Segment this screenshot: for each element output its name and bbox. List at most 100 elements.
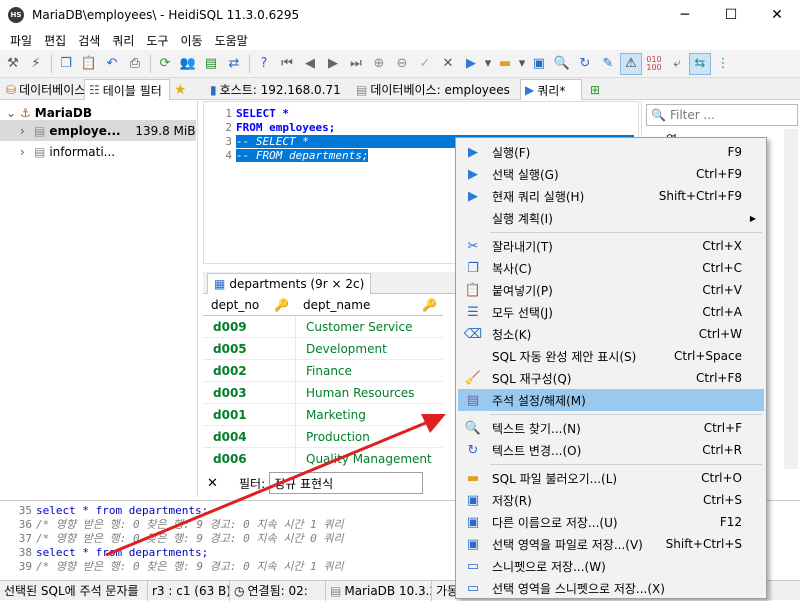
server-icon: ▤ xyxy=(330,583,342,598)
tab-database-tree[interactable]: ⛁ 데이터베이스 xyxy=(2,79,84,100)
open-file-dropdown-icon[interactable]: ▾ xyxy=(517,53,527,75)
users-icon[interactable]: 👥 xyxy=(177,53,199,75)
cancel-record-icon[interactable]: ✕ xyxy=(437,53,459,75)
menu-item-cut[interactable]: ✂ 잘라내기(T) Ctrl+X xyxy=(458,235,764,257)
menu-item-clear[interactable]: ⌫ 청소(K) Ctrl+W xyxy=(458,323,764,345)
tab-table-filter[interactable]: ☷ 테이블 필터 xyxy=(84,79,170,100)
filter-regex-input[interactable]: 정규 표현식 xyxy=(269,472,424,494)
minimize-button[interactable]: ─ xyxy=(662,0,708,30)
helper-scrollbar[interactable] xyxy=(784,129,798,469)
wrap-icon[interactable]: ⤶ xyxy=(666,53,688,75)
close-button[interactable]: ✕ xyxy=(754,0,800,30)
replace-icon[interactable]: ↻ xyxy=(574,53,596,75)
heidisql-app-icon: HS xyxy=(8,7,24,23)
result-tab-departments[interactable]: ▦ departments (9r × 2c) xyxy=(207,273,372,294)
save-icon[interactable]: ▣ xyxy=(528,53,550,75)
menu-search[interactable]: 검색 xyxy=(72,32,106,49)
favorites-tab[interactable]: ★ xyxy=(170,79,194,100)
menu-query[interactable]: 쿼리 xyxy=(106,32,140,49)
table-row[interactable]: d004 Production xyxy=(203,425,443,448)
prev-record-icon[interactable]: ◀ xyxy=(299,53,321,75)
column-header-dept-name[interactable]: dept_name 🔑 xyxy=(295,298,443,312)
results-grid[interactable]: dept_no 🔑 dept_name 🔑 d009 Customer Service… xyxy=(203,294,443,466)
tab-query[interactable]: ▶ 쿼리* xyxy=(520,79,582,100)
menu-item-paste[interactable]: 📋 붙여넣기(P) Ctrl+V xyxy=(458,279,764,301)
replace-icon: ↻ xyxy=(467,442,479,458)
session-manager-icon[interactable]: ⚒ xyxy=(2,53,24,75)
clock-icon: ◷ xyxy=(234,583,245,598)
collapse-toggle-icon[interactable]: › xyxy=(20,124,34,138)
menu-item-execute[interactable]: ▶ 실행(F) F9 xyxy=(458,141,764,163)
disconnect-icon[interactable]: ⚡ xyxy=(25,53,47,75)
editor-line: 1 SELECT * xyxy=(225,106,289,120)
menu-help[interactable]: 도움말 xyxy=(209,32,254,49)
transfer-icon[interactable]: ⇄ xyxy=(223,53,245,75)
maximize-button[interactable]: ☐ xyxy=(708,0,754,30)
database-icon: ▤ xyxy=(34,144,46,159)
menu-item-reformat[interactable]: 🧹 SQL 재구성(Q) Ctrl+F8 xyxy=(458,367,764,389)
menu-tools[interactable]: 도구 xyxy=(140,32,174,49)
table-row[interactable]: d009 Customer Service xyxy=(203,315,443,338)
table-row[interactable]: d002 Finance xyxy=(203,359,443,382)
first-record-icon[interactable]: ⏮ xyxy=(276,53,298,75)
menu-item-run-selection[interactable]: ▶ 선택 실행(G) Ctrl+F9 xyxy=(458,163,764,185)
menu-item-select-all[interactable]: ☰ 모두 선택(J) Ctrl+A xyxy=(458,301,764,323)
menu-item-save-selection-snippet[interactable]: ▭ 선택 영역을 스니펫으로 저장...(X) xyxy=(458,577,764,599)
close-filter-icon[interactable]: ✕ xyxy=(207,476,225,491)
menu-item-find[interactable]: 🔍 텍스트 찾기...(N) Ctrl+F xyxy=(458,417,764,439)
menu-item-run-current[interactable]: ▶ 현재 쿼리 실행(H) Shift+Ctrl+F9 xyxy=(458,185,764,207)
tab-host[interactable]: ▮ 호스트: 192.168.0.71 xyxy=(206,79,346,100)
menu-goto[interactable]: 이동 xyxy=(174,32,208,49)
binary-icon[interactable]: 010 100 xyxy=(643,53,665,75)
menu-edit[interactable]: 편집 xyxy=(38,32,72,49)
menu-item-replace[interactable]: ↻ 텍스트 변경...(O) Ctrl+R xyxy=(458,439,764,461)
menu-item-toggle-comment[interactable]: ▤ 주석 설정/해제(M) xyxy=(458,389,764,411)
table-row[interactable]: d003 Human Resources xyxy=(203,381,443,404)
collapse-toggle-icon[interactable]: › xyxy=(20,145,34,159)
menu-item-load-sql[interactable]: ▬ SQL 파일 불러오기...(L) Ctrl+O xyxy=(458,467,764,489)
sync-icon[interactable]: ⇆ xyxy=(689,52,711,75)
copy-icon[interactable]: ❐ xyxy=(55,53,77,75)
refresh-icon[interactable]: ⟳ xyxy=(154,53,176,75)
export-icon[interactable]: ▤ xyxy=(200,53,222,75)
table-row[interactable]: d006 Quality Management xyxy=(203,447,443,466)
menu-item-save-as[interactable]: ▣ 다른 이름으로 저장...(U) F12 xyxy=(458,511,764,533)
help-icon[interactable]: ? xyxy=(253,53,275,75)
menu-item-save[interactable]: ▣ 저장(R) Ctrl+S xyxy=(458,489,764,511)
menu-item-explain[interactable]: 실행 계획(I) ▶ xyxy=(458,207,764,229)
run-selection-icon: ▶ xyxy=(468,166,478,182)
undo-icon[interactable]: ↶ xyxy=(101,53,123,75)
table-row[interactable]: d001 Marketing xyxy=(203,403,443,426)
menu-item-save-snippet[interactable]: ▭ 스니펫으로 저장...(W) xyxy=(458,555,764,577)
paste-icon[interactable]: 📋 xyxy=(78,53,100,75)
tree-node-information-schema[interactable]: › ▤ informati... xyxy=(0,141,196,162)
print-icon[interactable]: ⎙ xyxy=(124,53,146,75)
menu-item-save-selection[interactable]: ▣ 선택 영역을 파일로 저장...(V) Shift+Ctrl+S xyxy=(458,533,764,555)
helper-filter-input[interactable]: 🔍 Filter ... xyxy=(646,104,798,126)
table-row[interactable]: d005 Development xyxy=(203,337,443,360)
insert-record-icon[interactable]: ⊕ xyxy=(368,53,390,75)
menu-item-autocomplete[interactable]: SQL 자동 완성 제안 표시(S) Ctrl+Space xyxy=(458,345,764,367)
comment-icon: ▤ xyxy=(466,392,480,408)
tab-database[interactable]: ▤ 데이터베이스: employees xyxy=(352,79,518,100)
column-header-dept-no[interactable]: dept_no 🔑 xyxy=(203,298,295,312)
snippet-selection-icon: ▭ xyxy=(466,580,480,596)
warning-icon[interactable]: ⚠ xyxy=(620,52,642,75)
tree-node-employees[interactable]: › ▤ employe... 139.8 MiB xyxy=(0,120,196,141)
open-file-icon[interactable]: ▬ xyxy=(494,53,516,75)
menu-file[interactable]: 파일 xyxy=(4,32,38,49)
new-query-tab-button[interactable]: ⊞ xyxy=(586,79,608,100)
menu-bar: 파일 편집 검색 쿼리 도구 이동 도움말 xyxy=(0,30,800,50)
execute-dropdown-icon[interactable]: ▾ xyxy=(483,53,493,75)
menu-item-copy[interactable]: ❐ 복사(C) Ctrl+C xyxy=(458,257,764,279)
editor-line: 2 FROM employees; xyxy=(225,120,336,134)
post-record-icon[interactable]: ✓ xyxy=(414,53,436,75)
reformat-icon[interactable]: ✎ xyxy=(597,53,619,75)
delete-record-icon[interactable]: ⊖ xyxy=(391,53,413,75)
find-icon[interactable]: 🔍 xyxy=(551,53,573,75)
expand-toggle-icon[interactable]: ⌄ xyxy=(6,106,20,120)
more-icon[interactable]: ⋮ xyxy=(712,53,734,75)
next-record-icon[interactable]: ▶ xyxy=(322,53,344,75)
execute-icon[interactable]: ▶ xyxy=(460,53,482,75)
last-record-icon[interactable]: ⏭ xyxy=(345,53,367,75)
